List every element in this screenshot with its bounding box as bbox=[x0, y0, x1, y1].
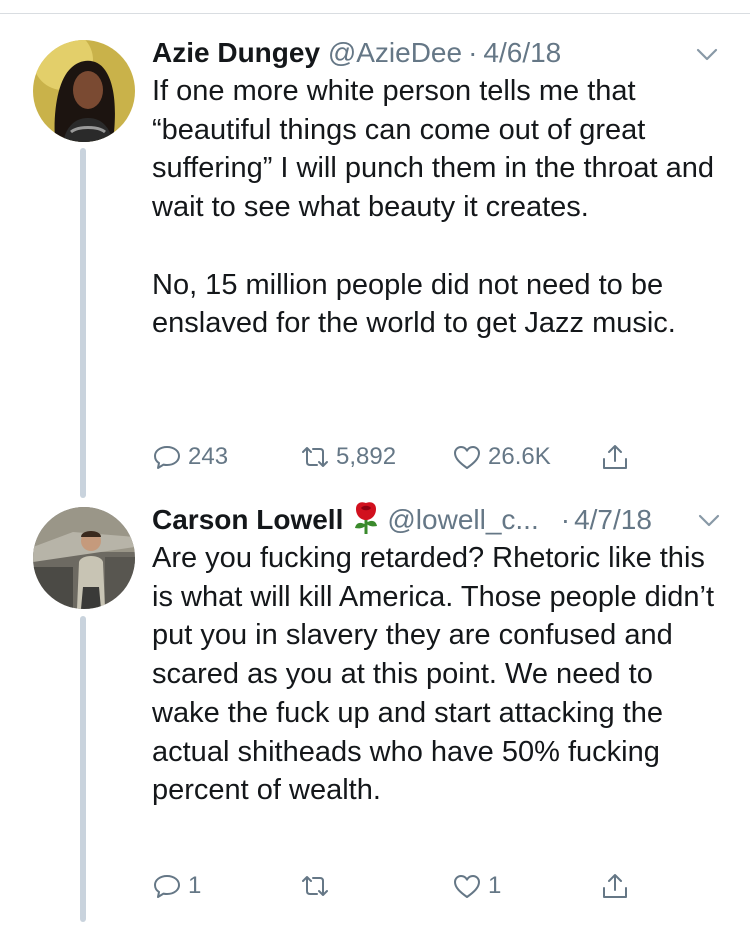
tweet-date[interactable]: 4/6/18 bbox=[483, 37, 561, 68]
share-icon bbox=[603, 445, 627, 469]
like-button[interactable]: 1 bbox=[452, 866, 501, 906]
reply-count: 1 bbox=[188, 872, 202, 899]
reply-button[interactable]: 1 bbox=[152, 866, 201, 906]
like-icon bbox=[454, 875, 480, 898]
like-button[interactable]: 26.6K bbox=[452, 437, 551, 477]
author-name[interactable]: Azie Dungey bbox=[152, 37, 320, 68]
retweet-button[interactable] bbox=[300, 866, 336, 906]
tweet-date[interactable]: 4/7/18 bbox=[574, 504, 652, 535]
like-icon bbox=[454, 446, 480, 469]
retweet-icon bbox=[302, 876, 328, 896]
retweet-icon bbox=[302, 447, 328, 467]
author-handle[interactable]: @lowell_c... bbox=[387, 504, 538, 535]
chevron-down-icon[interactable] bbox=[694, 42, 720, 68]
rose-icon bbox=[355, 502, 378, 534]
chevron-down-icon[interactable] bbox=[696, 508, 722, 534]
author-name[interactable]: Carson Lowell bbox=[152, 504, 343, 535]
reply-button[interactable]: 243 bbox=[152, 437, 228, 477]
share-icon bbox=[603, 874, 627, 898]
share-button[interactable] bbox=[600, 866, 636, 906]
separator-dot: · bbox=[560, 504, 571, 535]
like-count: 1 bbox=[488, 872, 502, 899]
tweet-text: If one more white person tells me that “… bbox=[152, 75, 715, 340]
tweet-text: Are you fucking retarded? Rhetoric like … bbox=[152, 542, 723, 807]
author-handle[interactable]: @AzieDee bbox=[328, 37, 462, 68]
tweet-header: Azie Dungey @AzieDee · 4/6/18 bbox=[152, 33, 561, 73]
tweet-header: Carson Lowell @lowell_c... · 4/7/18 bbox=[152, 500, 652, 540]
retweet-button[interactable]: 5,892 bbox=[300, 437, 396, 477]
reply-count: 243 bbox=[188, 443, 229, 470]
tweet[interactable]: Azie Dungey @AzieDee · 4/6/18 If one more … bbox=[0, 0, 750, 490]
avatar[interactable] bbox=[33, 40, 135, 142]
avatar[interactable] bbox=[33, 507, 135, 609]
share-button[interactable] bbox=[600, 437, 636, 477]
reply-icon bbox=[154, 875, 180, 898]
retweet-count: 5,892 bbox=[336, 443, 397, 470]
tweet[interactable]: Carson Lowell @lowell_c... · 4/7/18 Are you… bbox=[0, 490, 750, 926]
separator-dot: · bbox=[468, 37, 478, 68]
reply-icon bbox=[154, 446, 180, 469]
like-count: 26.6K bbox=[488, 443, 551, 470]
